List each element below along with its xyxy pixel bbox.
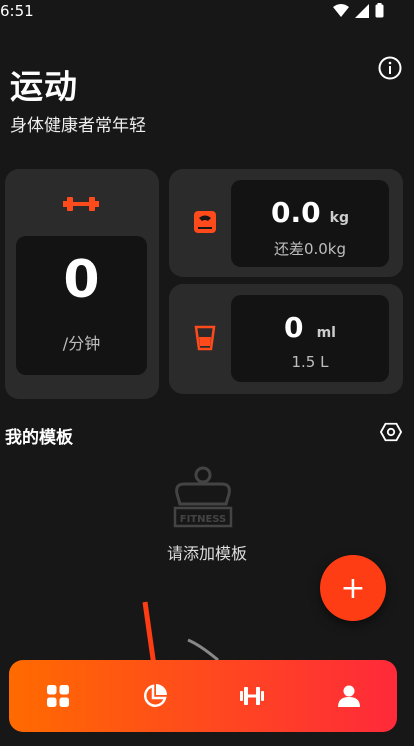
weight-remaining: 还差0.0kg — [273, 240, 347, 258]
swipe-arrow-decoration — [142, 601, 219, 660]
user-icon — [337, 685, 360, 707]
nav-home[interactable] — [9, 660, 106, 732]
nav-stats[interactable] — [106, 660, 203, 732]
scale-icon — [194, 211, 216, 233]
weight-card[interactable]: 0.0 kg 还差0.0kg — [169, 169, 403, 277]
exercise-inner: 0 /分钟 — [16, 236, 147, 375]
bottom-nav — [9, 660, 397, 732]
water-value-row: 0 ml — [231, 311, 389, 344]
water-inner: 0 ml 1.5 L — [231, 295, 389, 382]
weight-inner: 0.0 kg 还差0.0kg — [231, 180, 389, 267]
status-bar: 6:51 — [0, 0, 414, 24]
info-icon[interactable] — [378, 56, 402, 80]
cup-icon — [194, 325, 216, 351]
exercise-value: 0 — [63, 250, 100, 310]
water-value: 0 — [284, 311, 304, 344]
exercise-card[interactable]: 0 /分钟 — [5, 169, 159, 399]
fitness-badge-icon: FITNESS — [173, 466, 233, 528]
weight-unit: kg — [329, 210, 350, 226]
add-template-button[interactable]: + — [320, 555, 386, 621]
pie-chart-icon — [143, 684, 167, 707]
signal-icon — [355, 3, 369, 18]
water-card[interactable]: 0 ml 1.5 L — [169, 284, 403, 394]
page-subtitle: 身体健康者常年轻 — [10, 116, 146, 136]
wifi-icon — [333, 3, 349, 17]
weight-value-row: 0.0 kg — [231, 196, 389, 229]
exercise-unit: /分钟 — [62, 334, 101, 353]
dumbbell-nav-icon — [239, 687, 264, 705]
nav-profile[interactable] — [300, 660, 397, 732]
grid-icon — [46, 685, 69, 707]
templates-title: 我的模板 — [5, 428, 73, 448]
weight-value: 0.0 — [270, 196, 321, 229]
dumbbell-icon — [63, 197, 99, 211]
status-time: 6:51 — [0, 2, 34, 20]
battery-icon — [375, 3, 384, 18]
page-title: 运动 — [10, 67, 78, 106]
nav-workout[interactable] — [203, 660, 300, 732]
water-unit: ml — [316, 325, 336, 341]
settings-hex-icon[interactable] — [380, 421, 402, 443]
fitness-badge-text: FITNESS — [180, 514, 227, 525]
water-target: 1.5 L — [291, 353, 329, 371]
